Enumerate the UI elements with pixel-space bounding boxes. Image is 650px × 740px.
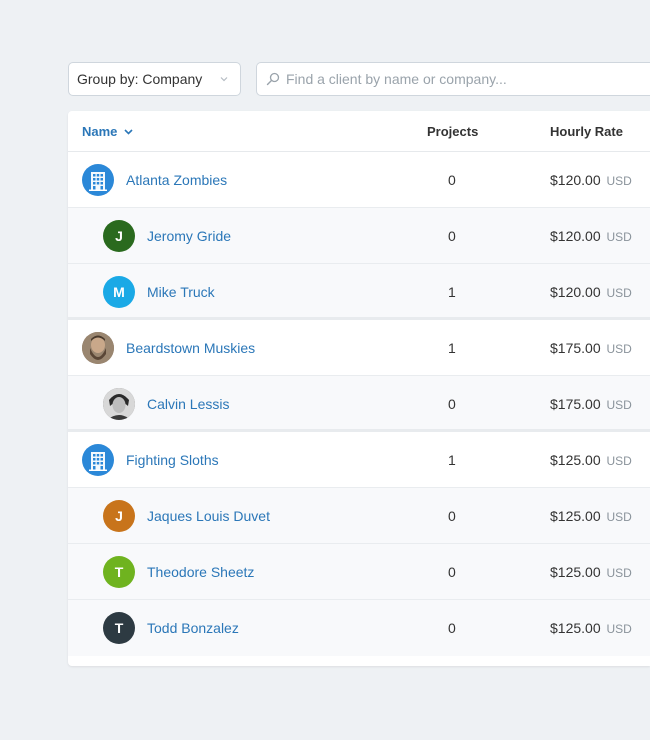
rate-value: $175.00 xyxy=(550,396,601,412)
table-header: Name Projects Hourly Rate xyxy=(68,111,650,152)
avatar: T xyxy=(103,556,135,588)
hourly-rate: $120.00 USD xyxy=(550,228,632,244)
rate-value: $125.00 xyxy=(550,564,601,580)
contact-name-link[interactable]: Calvin Lessis xyxy=(147,396,229,412)
project-count: 0 xyxy=(448,172,456,188)
name-header-label: Name xyxy=(82,124,118,139)
avatar-initial: T xyxy=(114,620,124,636)
rate-value: $120.00 xyxy=(550,284,601,300)
table-row[interactable]: Calvin Lessis 0 $175.00 USD xyxy=(68,376,650,432)
hourly-rate: $175.00 USD xyxy=(550,396,632,412)
client-name-link[interactable]: Fighting Sloths xyxy=(126,452,219,468)
avatar-initial: T xyxy=(114,564,124,580)
hourly-rate: $175.00 USD xyxy=(550,340,632,356)
search-icon xyxy=(266,72,280,86)
contact-name-link[interactable]: Jeromy Gride xyxy=(147,228,231,244)
currency-label: USD xyxy=(606,174,632,188)
project-count: 0 xyxy=(448,620,456,636)
currency-label: USD xyxy=(606,454,632,468)
rate-value: $120.00 xyxy=(550,228,601,244)
avatar-initial: M xyxy=(113,284,125,300)
group-by-label: Group by: Company xyxy=(77,71,203,87)
rate-value: $125.00 xyxy=(550,508,601,524)
hourly-rate: $125.00 USD xyxy=(550,620,632,636)
search-input[interactable] xyxy=(286,71,646,87)
contact-name-link[interactable]: Mike Truck xyxy=(147,284,215,300)
hourly-rate: $125.00 USD xyxy=(550,452,632,468)
table-row[interactable]: Beardstown Muskies 1 $175.00 USD xyxy=(68,320,650,376)
toolbar: Group by: Company xyxy=(68,62,650,96)
rate-column-header[interactable]: Hourly Rate xyxy=(550,124,623,139)
projects-column-header[interactable]: Projects xyxy=(427,124,478,139)
currency-label: USD xyxy=(606,398,632,412)
chevron-down-icon xyxy=(220,77,228,82)
avatar-photo xyxy=(103,388,135,420)
currency-label: USD xyxy=(606,286,632,300)
avatar-initial: J xyxy=(115,508,123,524)
contact-name-link[interactable]: Theodore Sheetz xyxy=(147,564,254,580)
avatar-initial: J xyxy=(115,228,123,244)
hourly-rate: $125.00 USD xyxy=(550,564,632,580)
table-row[interactable]: T Theodore Sheetz 0 $125.00 USD xyxy=(68,544,650,600)
rate-value: $125.00 xyxy=(550,452,601,468)
hourly-rate: $125.00 USD xyxy=(550,508,632,524)
rate-value: $125.00 xyxy=(550,620,601,636)
table-row[interactable]: Atlanta Zombies 0 $120.00 USD xyxy=(68,152,650,208)
project-count: 0 xyxy=(448,508,456,524)
avatar-photo xyxy=(82,332,114,364)
hourly-rate: $120.00 USD xyxy=(550,172,632,188)
contact-name-link[interactable]: Todd Bonzalez xyxy=(147,620,239,636)
contact-name-link[interactable]: Jaques Louis Duvet xyxy=(147,508,270,524)
currency-label: USD xyxy=(606,566,632,580)
name-column-header[interactable]: Name xyxy=(82,124,133,139)
project-count: 1 xyxy=(448,284,456,300)
currency-label: USD xyxy=(606,342,632,356)
table-row[interactable]: J Jeromy Gride 0 $120.00 USD xyxy=(68,208,650,264)
building-icon xyxy=(82,444,114,476)
search-box[interactable] xyxy=(256,62,650,96)
group-by-select[interactable]: Group by: Company xyxy=(68,62,241,96)
hourly-rate: $120.00 USD xyxy=(550,284,632,300)
project-count: 0 xyxy=(448,564,456,580)
currency-label: USD xyxy=(606,510,632,524)
avatar: T xyxy=(103,612,135,644)
table-row[interactable]: M Mike Truck 1 $120.00 USD xyxy=(68,264,650,320)
rate-value: $120.00 xyxy=(550,172,601,188)
table-row[interactable]: T Todd Bonzalez 0 $125.00 USD xyxy=(68,600,650,656)
avatar: J xyxy=(103,220,135,252)
project-count: 1 xyxy=(448,340,456,356)
client-name-link[interactable]: Atlanta Zombies xyxy=(126,172,227,188)
building-icon xyxy=(82,164,114,196)
sort-down-icon xyxy=(124,128,133,135)
project-count: 0 xyxy=(448,396,456,412)
avatar: J xyxy=(103,500,135,532)
project-count: 0 xyxy=(448,228,456,244)
project-count: 1 xyxy=(448,452,456,468)
currency-label: USD xyxy=(606,230,632,244)
table-row[interactable]: Fighting Sloths 1 $125.00 USD xyxy=(68,432,650,488)
avatar: M xyxy=(103,276,135,308)
client-name-link[interactable]: Beardstown Muskies xyxy=(126,340,255,356)
table-row[interactable]: J Jaques Louis Duvet 0 $125.00 USD xyxy=(68,488,650,544)
currency-label: USD xyxy=(606,622,632,636)
clients-table: Name Projects Hourly Rate Atlanta Zombie… xyxy=(68,111,650,666)
rate-value: $175.00 xyxy=(550,340,601,356)
